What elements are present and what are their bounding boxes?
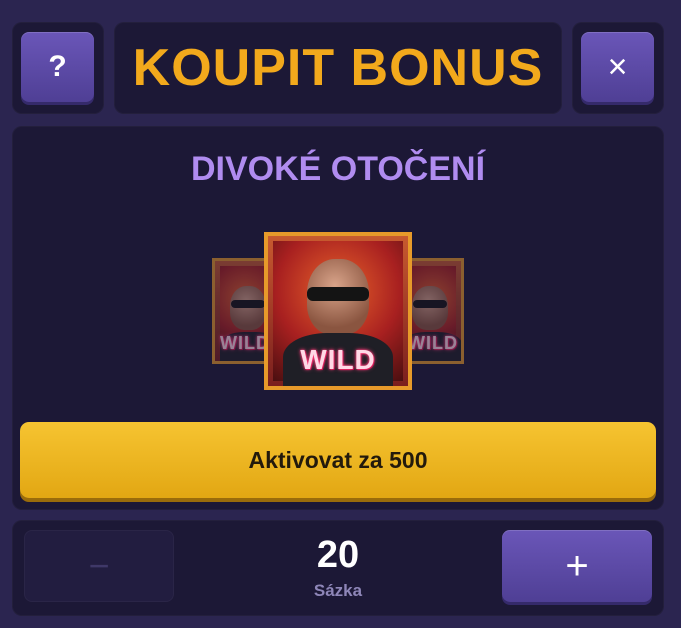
close-panel: × — [572, 22, 664, 114]
sunglasses-icon — [307, 287, 369, 301]
question-icon: ? — [48, 50, 67, 83]
wild-label: WILD — [300, 344, 376, 375]
bonus-name: DIVOKÉ OTOČENÍ — [190, 150, 486, 188]
sunglasses-icon — [231, 300, 265, 308]
bet-label: Sázka — [313, 581, 363, 600]
character-head — [412, 286, 448, 330]
page-title: KOUPIT BONUS — [132, 39, 544, 97]
minus-icon: − — [88, 545, 110, 586]
close-icon: × — [607, 47, 628, 86]
plus-icon: + — [565, 543, 589, 588]
sunglasses-icon — [413, 300, 447, 308]
help-button[interactable]: ? — [21, 32, 94, 102]
help-panel: ? — [12, 22, 104, 114]
activate-button[interactable]: Aktivovat za 500 — [20, 422, 656, 498]
character-head — [230, 286, 266, 330]
increase-bet-button[interactable]: + — [502, 530, 652, 602]
bet-value: 20 — [316, 534, 360, 576]
wild-label: WILD — [408, 333, 458, 353]
title-panel: KOUPIT BONUS — [114, 22, 562, 114]
close-button[interactable]: × — [581, 32, 654, 102]
wild-card-main: WILD — [264, 232, 412, 390]
decrease-bet-button[interactable]: − — [24, 530, 174, 602]
